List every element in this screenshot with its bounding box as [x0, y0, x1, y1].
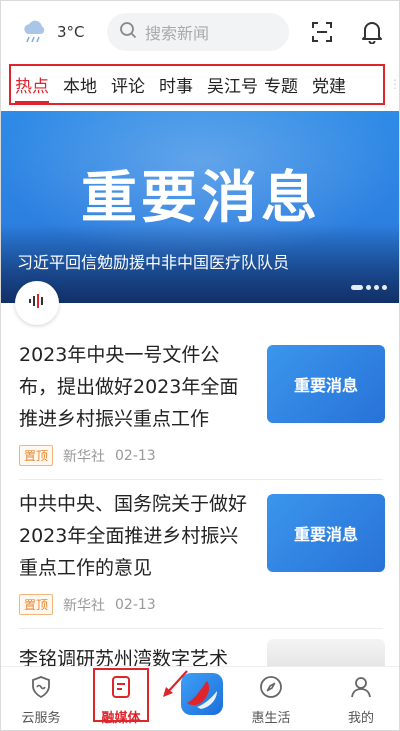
pagination-dot — [374, 285, 379, 290]
audio-play-button[interactable] — [15, 281, 59, 325]
news-source: 新华社 — [63, 597, 106, 614]
news-title: 中共中央、国务院关于做好2023年全面推进乡村振兴重点工作的意见 — [19, 493, 248, 579]
temperature: 3°C — [57, 23, 85, 41]
banner-caption: 习近平回信勉励援中非中国医疗队队员 — [17, 253, 290, 272]
tabs-more-icon[interactable]: ⋮ — [389, 77, 399, 93]
scan-icon[interactable] — [311, 21, 333, 47]
tab-comment[interactable]: 评论 — [111, 72, 145, 97]
nav-life[interactable]: 惠生活 — [236, 675, 306, 726]
nav-highlight-box — [93, 668, 149, 722]
pinned-badge: 置顶 — [19, 594, 54, 615]
tab-party[interactable]: 党建 — [312, 72, 346, 97]
nav-cloud-service[interactable]: 云服务 — [6, 675, 76, 726]
shield-icon — [6, 675, 76, 703]
pagination-dot-active — [351, 285, 363, 290]
tab-current-affairs[interactable]: 时事 — [159, 72, 193, 97]
nav-label: 云服务 — [21, 711, 61, 726]
annotation-arrow-icon — [161, 669, 191, 703]
tab-local[interactable]: 本地 — [63, 72, 97, 97]
headline-banner[interactable]: 重要消息 习近平回信勉励援中非中国医疗队队员 — [1, 111, 399, 303]
person-icon — [326, 675, 396, 703]
divider — [19, 628, 383, 629]
news-item[interactable]: 中共中央、国务院关于做好2023年全面推进乡村振兴重点工作的意见 重要消息 置顶… — [1, 488, 399, 618]
news-date: 02-13 — [115, 447, 156, 464]
news-meta: 置顶 新华社 02-13 — [19, 445, 156, 466]
news-thumbnail-text: 重要消息 — [293, 525, 358, 544]
banner-pagination — [351, 285, 387, 290]
pagination-dot — [382, 285, 387, 290]
search-placeholder: 搜索新闻 — [145, 24, 210, 43]
search-input[interactable]: 搜索新闻 — [107, 13, 289, 51]
top-bar: 3°C 搜索新闻 — [1, 1, 399, 61]
news-thumbnail: 重要消息 — [267, 345, 385, 423]
nav-mine[interactable]: 我的 — [326, 675, 396, 726]
app-screen: 3°C 搜索新闻 热点 本地 评论 时事 吴江号 专题 党建 ⋮ 重要消息 习近… — [0, 0, 400, 731]
news-item[interactable]: 2023年中央一号文件公布，提出做好2023年全面推进乡村振兴重点工作 重要消息… — [1, 339, 399, 469]
news-source: 新华社 — [63, 448, 106, 465]
pinned-badge: 置顶 — [19, 445, 54, 466]
tab-wujiang[interactable]: 吴江号 — [207, 72, 258, 97]
tab-special[interactable]: 专题 — [264, 72, 298, 97]
cloud-rain-icon — [21, 20, 47, 44]
news-thumbnail: 重要消息 — [267, 494, 385, 572]
news-date: 02-13 — [115, 596, 156, 613]
tab-hot[interactable]: 热点 — [15, 72, 49, 103]
news-thumbnail-text: 重要消息 — [293, 376, 358, 395]
banner-title: 重要消息 — [81, 166, 321, 231]
news-title: 2023年中央一号文件公布，提出做好2023年全面推进乡村振兴重点工作 — [19, 344, 239, 430]
nav-label: 惠生活 — [251, 711, 291, 726]
pagination-dot — [366, 285, 371, 290]
divider — [19, 479, 383, 480]
bell-icon[interactable] — [361, 20, 383, 48]
search-icon — [119, 21, 137, 43]
channel-tabs: 热点 本地 评论 时事 吴江号 专题 党建 — [9, 64, 385, 105]
nav-label: 我的 — [347, 711, 374, 726]
news-meta: 置顶 新华社 02-13 — [19, 594, 156, 615]
compass-icon — [236, 675, 306, 703]
weather-widget[interactable]: 3°C — [21, 20, 85, 44]
audio-wave-icon — [28, 293, 46, 313]
